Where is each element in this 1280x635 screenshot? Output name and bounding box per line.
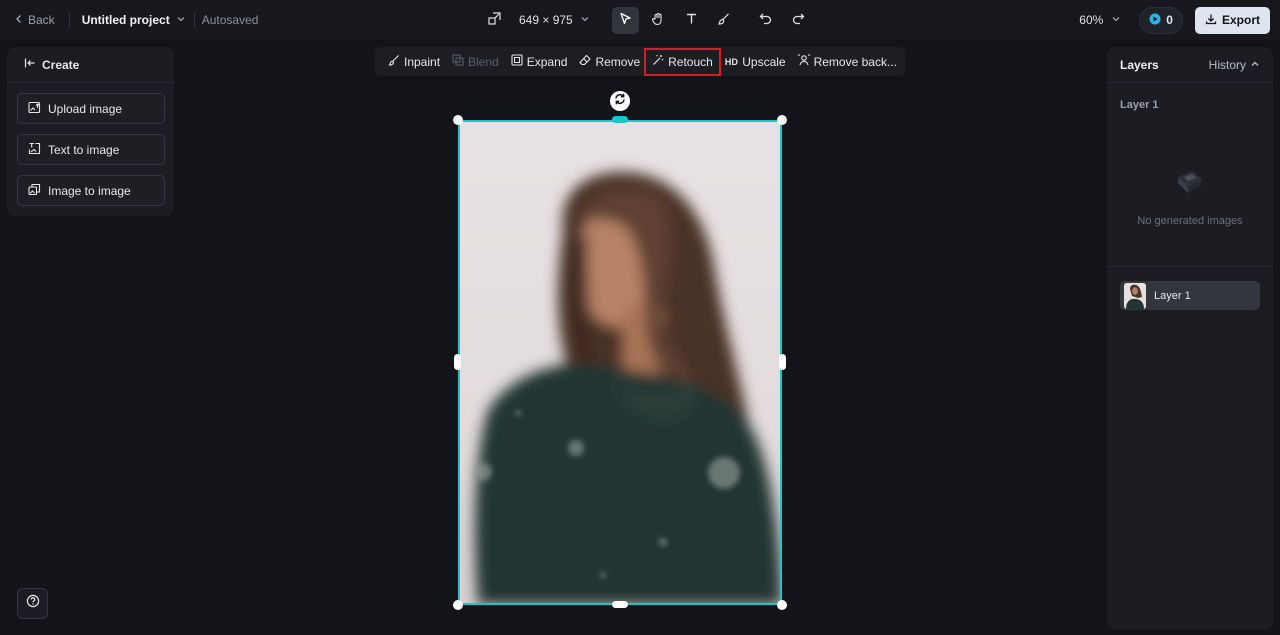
expand-icon [511, 54, 523, 69]
resize-handle-bottom-left[interactable] [453, 600, 463, 610]
text-to-image-label: Text to image [48, 142, 120, 157]
undo-button[interactable] [752, 7, 779, 34]
chevron-down-icon [580, 13, 590, 27]
empty-state-text: No generated images [1137, 215, 1243, 227]
inpaint-label: Inpaint [404, 54, 441, 69]
redo-button[interactable] [785, 7, 812, 34]
select-tool[interactable] [611, 6, 639, 34]
resize-handle-bottom[interactable] [612, 601, 628, 608]
text-to-image-button[interactable]: Text to image [17, 134, 165, 165]
remove-background-label: Remove back... [813, 54, 897, 69]
zoom-dropdown[interactable]: 60% [1079, 13, 1121, 27]
image-to-image-button[interactable]: Image to image [17, 175, 165, 206]
blend-label: Blend [468, 54, 499, 69]
layers-panel-header: Layers History [1107, 47, 1273, 83]
text-to-image-icon [28, 142, 41, 158]
divider [68, 12, 70, 28]
resize-handle-bottom-right[interactable] [777, 600, 787, 610]
image-action-bar: Inpaint Blend Expand Remove Retouch HD U… [375, 47, 905, 76]
chevron-down-icon [176, 13, 186, 27]
zoom-level: 60% [1079, 13, 1104, 27]
resize-handle-top[interactable] [612, 116, 628, 123]
layer-name: Layer 1 [1154, 289, 1191, 302]
resize-handle-right[interactable] [779, 354, 786, 370]
create-panel-header[interactable]: Create [7, 47, 174, 83]
person-cutout-icon [797, 54, 810, 69]
remove-button[interactable]: Remove [573, 50, 646, 74]
layers-title[interactable]: Layers [1120, 58, 1159, 72]
project-name: Untitled project [81, 13, 170, 27]
export-button[interactable]: Export [1194, 6, 1270, 34]
selection-frame [458, 120, 782, 605]
help-button[interactable] [17, 588, 48, 619]
credit-count: 0 [1166, 13, 1173, 27]
hand-icon [651, 12, 665, 29]
help-icon [26, 594, 40, 613]
text-icon [685, 12, 698, 28]
layers-panel: Layers History Layer 1 No generated imag… [1107, 47, 1273, 630]
credit-icon [1149, 13, 1161, 28]
rotate-handle[interactable] [610, 91, 630, 111]
eraser-icon [579, 54, 592, 69]
back-label: Back [28, 13, 55, 27]
upload-image-icon [28, 101, 41, 117]
back-button[interactable]: Back [14, 13, 55, 27]
upload-image-button[interactable]: Upload image [17, 93, 165, 124]
retouch-label: Retouch [668, 54, 713, 69]
chevron-down-icon [1111, 13, 1121, 27]
undo-icon [759, 12, 772, 28]
resize-handle-left[interactable] [454, 354, 461, 370]
create-panel: Create Upload image Text to image Image … [7, 47, 174, 216]
chevron-left-icon [14, 13, 24, 27]
download-icon [1205, 13, 1217, 28]
remove-label: Remove [595, 54, 641, 69]
image-to-image-icon [28, 183, 41, 199]
redo-icon [792, 12, 805, 28]
upload-image-label: Upload image [48, 101, 123, 116]
magic-wand-icon [652, 54, 664, 69]
cursor-icon [619, 12, 632, 28]
expand-button[interactable]: Expand [505, 50, 574, 74]
upscale-label: Upscale [742, 54, 786, 69]
brush-tool[interactable] [711, 7, 738, 34]
project-name-dropdown[interactable]: Untitled project [82, 13, 186, 27]
history-label: History [1208, 57, 1246, 72]
credits-button[interactable]: 0 [1139, 6, 1183, 34]
rotate-icon [613, 92, 627, 111]
canvas-size-dropdown[interactable]: 649 × 975 [488, 12, 590, 28]
blend-button[interactable]: Blend [446, 50, 505, 74]
brush-icon [717, 12, 731, 29]
hand-tool[interactable] [645, 7, 672, 34]
resize-handle-top-left[interactable] [453, 115, 463, 125]
save-status: Autosaved [193, 13, 258, 27]
top-bar: Back Untitled project Autosaved 649 × 97… [0, 0, 1280, 40]
collapse-left-icon [24, 57, 36, 72]
chevron-up-icon [1250, 58, 1260, 72]
resize-handle-top-right[interactable] [777, 115, 787, 125]
image-to-image-label: Image to image [48, 183, 131, 198]
text-tool[interactable] [678, 7, 705, 34]
create-panel-title: Create [42, 57, 80, 72]
hd-icon: HD [724, 56, 739, 67]
canvas-image-layer[interactable] [453, 115, 787, 610]
inpaint-icon [388, 54, 400, 69]
inpaint-button[interactable]: Inpaint [382, 50, 446, 74]
remove-background-button[interactable]: Remove back... [792, 50, 903, 74]
upscale-button[interactable]: HD Upscale [719, 50, 792, 74]
resize-icon [488, 12, 501, 28]
export-label: Export [1221, 13, 1260, 27]
blend-icon [452, 54, 464, 69]
canvas-size: 649 × 975 [519, 13, 573, 27]
expand-label: Expand [526, 54, 568, 69]
divider [1107, 266, 1273, 267]
retouch-button[interactable]: Retouch [644, 47, 721, 76]
empty-images-icon [1172, 167, 1208, 202]
layer-thumbnail [1124, 282, 1146, 309]
history-toggle[interactable]: History [1209, 58, 1260, 72]
layer-group-label: Layer 1 [1120, 99, 1159, 111]
layer-item[interactable]: Layer 1 [1120, 281, 1260, 310]
